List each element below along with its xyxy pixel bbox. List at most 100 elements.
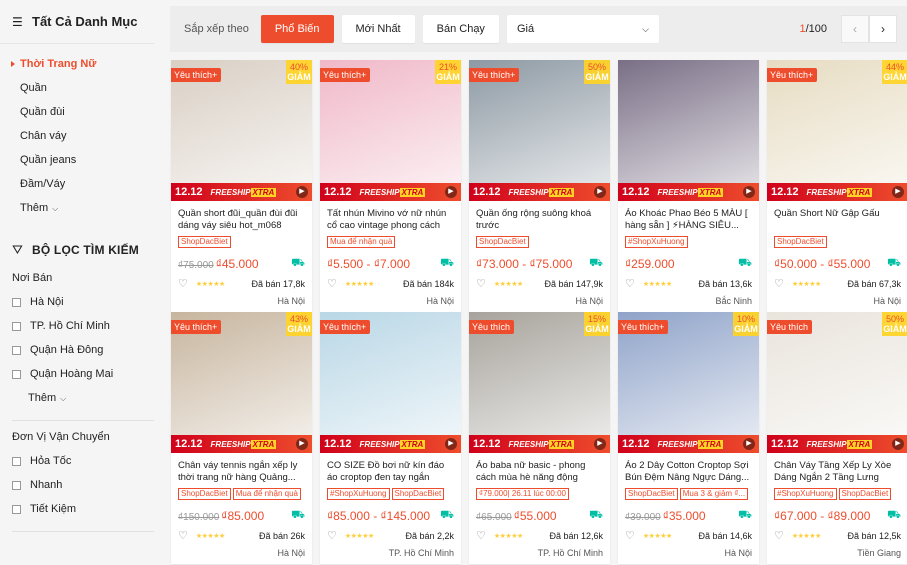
chevron-down-icon: ⌵: [642, 23, 649, 34]
heart-icon[interactable]: ♡: [476, 529, 486, 542]
freeship-label: FREESHIP XTRA: [509, 187, 575, 197]
product-card[interactable]: Yêu thích 50% GIẢM 12.12 FREESHIP XTRA ▶ Chân V…: [767, 312, 907, 564]
sort-popular-button[interactable]: Phổ Biến: [260, 15, 334, 43]
original-price: ₫150.000: [178, 512, 220, 523]
product-card[interactable]: Yêu thích+ 40% GIẢM 12.12 FREESHIP XTRA ▶ Quần …: [171, 60, 312, 312]
product-image[interactable]: Yêu thích 15% GIẢM 12.12 FREESHIP XTRA ▶: [469, 312, 610, 453]
play-icon[interactable]: ▶: [445, 438, 457, 450]
product-name[interactable]: Quần ống rộng suông khoá trước: [476, 208, 603, 232]
product-card[interactable]: Yêu thích 15% GIẢM 12.12 FREESHIP XTRA ▶ Áo bab…: [469, 312, 610, 564]
sort-bestselling-button[interactable]: Bán Chạy: [422, 15, 499, 43]
divider: [12, 531, 154, 532]
sale-price: ₫259.000: [625, 257, 675, 271]
category-item-womens-fashion[interactable]: Thời Trang Nữ: [11, 52, 160, 76]
heart-icon[interactable]: ♡: [625, 529, 635, 542]
play-icon[interactable]: ▶: [892, 438, 904, 450]
product-name[interactable]: Áo 2 Dây Cotton Croptop Sợi Bún Đệm Nâng…: [625, 460, 752, 484]
heart-icon[interactable]: ♡: [327, 529, 337, 542]
category-item-dresses[interactable]: Đầm/Váy: [20, 172, 160, 196]
truck-icon: ⛟: [738, 509, 752, 521]
divider: [12, 420, 154, 421]
product-card[interactable]: Yêu thích+ 50% GIẢM 12.12 FREESHIP XTRA ▶ Quần …: [469, 60, 610, 312]
play-icon[interactable]: ▶: [296, 438, 308, 450]
play-icon[interactable]: ▶: [594, 186, 606, 198]
category-item-shorts[interactable]: Quần đùi: [20, 100, 160, 124]
all-categories-header[interactable]: ☰ Tất Cả Danh Mục: [0, 0, 154, 44]
checkbox-label: Hà Nội: [30, 296, 64, 308]
product-image[interactable]: Yêu thích+ 50% GIẢM 12.12 FREESHIP XTRA ▶: [469, 60, 610, 201]
product-image[interactable]: Yêu thích+ 12.12 FREESHIP XTRA ▶: [320, 312, 461, 453]
discount-badge: 43% GIẢM: [286, 312, 312, 336]
product-name[interactable]: Chân Váy Tầng Xếp Ly Xòe Dáng Ngắn 2 Tần…: [774, 460, 901, 484]
product-image[interactable]: Yêu thích+ 43% GIẢM 12.12 FREESHIP XTRA ▶: [171, 312, 312, 453]
heart-icon[interactable]: ♡: [774, 277, 784, 290]
product-image[interactable]: Yêu thích+ 10% GIẢM 12.12 FREESHIP XTRA ▶: [618, 312, 759, 453]
product-name[interactable]: CO SIZE Đồ bơi nữ kín đáo áo croptop đen…: [327, 460, 454, 484]
category-more-button[interactable]: Thêm ⌵: [20, 196, 160, 220]
product-image[interactable]: Yêu thích+ 21% GIẢM 12.12 FREESHIP XTRA ▶: [320, 60, 461, 201]
next-page-button[interactable]: ›: [869, 15, 897, 43]
play-icon[interactable]: ▶: [296, 186, 308, 198]
checkbox[interactable]: [12, 297, 21, 307]
heart-icon[interactable]: ♡: [625, 277, 635, 290]
price-sort-select[interactable]: Giá ⌵: [506, 15, 659, 43]
checkbox[interactable]: [12, 369, 21, 379]
category-item-pants[interactable]: Quần: [20, 76, 160, 100]
product-image[interactable]: Yêu thích 50% GIẢM 12.12 FREESHIP XTRA ▶: [767, 312, 907, 453]
freeship-text: FREESHIP: [210, 187, 251, 197]
product-card[interactable]: Yêu thích+ 44% GIẢM 12.12 FREESHIP XTRA ▶ Quần …: [767, 60, 907, 312]
prev-page-button[interactable]: ‹: [841, 15, 869, 43]
heart-icon[interactable]: ♡: [178, 529, 188, 542]
product-name[interactable]: Tất nhún Mivino vớ nữ nhún cổ cao vintag…: [327, 208, 454, 232]
sale-price: ₫67.000 - ₫89.000: [774, 509, 871, 523]
product-name[interactable]: Quần short đũi_quần đùi đũi dáng váy siê…: [178, 208, 305, 232]
product-name[interactable]: Chân váy tennis ngắn xếp ly thời trang n…: [178, 460, 305, 484]
location-checkbox-hoang-mai[interactable]: Quận Hoàng Mai: [0, 362, 160, 386]
heart-icon[interactable]: ♡: [774, 529, 784, 542]
shipping-checkbox-fast[interactable]: Nhanh: [0, 473, 160, 497]
play-icon[interactable]: ▶: [743, 438, 755, 450]
promo-banner: 12.12 FREESHIP XTRA: [618, 183, 759, 201]
freeship-label: FREESHIP XTRA: [509, 439, 575, 449]
product-card[interactable]: Yêu thích+ 43% GIẢM 12.12 FREESHIP XTRA ▶ Chân …: [171, 312, 312, 564]
checkbox[interactable]: [12, 480, 21, 490]
shipping-checkbox-express[interactable]: Hỏa Tốc: [0, 449, 160, 473]
heart-icon[interactable]: ♡: [476, 277, 486, 290]
checkbox[interactable]: [12, 504, 21, 514]
product-image[interactable]: Yêu thích+ 40% GIẢM 12.12 FREESHIP XTRA ▶: [171, 60, 312, 201]
checkbox[interactable]: [12, 456, 21, 466]
product-image[interactable]: Yêu thích+ 44% GIẢM 12.12 FREESHIP XTRA ▶: [767, 60, 907, 201]
location-checkbox-ha-dong[interactable]: Quận Hà Đông: [0, 338, 160, 362]
shipping-checkbox-saving[interactable]: Tiết Kiệm: [0, 497, 160, 521]
play-icon[interactable]: ▶: [445, 186, 457, 198]
product-card[interactable]: Yêu thích+ 12.12 FREESHIP XTRA ▶ CO SIZE Đồ b…: [320, 312, 461, 564]
location-checkbox-hanoi[interactable]: Hà Nội: [0, 290, 160, 314]
discount-label: GIẢM: [436, 72, 460, 82]
location-checkbox-hcm[interactable]: TP. Hồ Chí Minh: [0, 314, 160, 338]
product-card[interactable]: Yêu thích+ 10% GIẢM 12.12 FREESHIP XTRA ▶ Áo 2 …: [618, 312, 759, 564]
product-image[interactable]: 12.12 FREESHIP XTRA ▶: [618, 60, 759, 201]
play-icon[interactable]: ▶: [743, 186, 755, 198]
product-name[interactable]: Áo Khoác Phao Béo 5 MÀU [ hàng sẵn ] ⚡HÀ…: [625, 208, 752, 232]
play-icon[interactable]: ▶: [594, 438, 606, 450]
price-row: ₫65.000 ₫55.000 ⛟: [476, 509, 603, 523]
star-rating-icon: ★★★★★: [493, 280, 523, 288]
xtra-text: XTRA: [697, 187, 724, 197]
product-card[interactable]: 12.12 FREESHIP XTRA ▶ Áo Khoác Phao Béo 5 MÀ…: [618, 60, 759, 312]
product-name[interactable]: Quần Short Nữ Gập Gấu: [774, 208, 901, 232]
product-name[interactable]: Áo baba nữ basic - phong cách mùa hè năn…: [476, 460, 603, 484]
promo-banner: 12.12 FREESHIP XTRA: [618, 435, 759, 453]
heart-icon[interactable]: ♡: [327, 277, 337, 290]
discount-label: GIẢM: [883, 72, 907, 82]
product-card[interactable]: Yêu thích+ 21% GIẢM 12.12 FREESHIP XTRA ▶ Tất n…: [320, 60, 461, 312]
heart-icon[interactable]: ♡: [178, 277, 188, 290]
category-item-jeans[interactable]: Quần jeans: [20, 148, 160, 172]
category-item-skirts[interactable]: Chân váy: [20, 124, 160, 148]
sort-newest-button[interactable]: Mới Nhất: [341, 15, 415, 43]
location-more-button[interactable]: Thêm ⌵: [0, 386, 160, 410]
promo-date: 12.12: [622, 438, 650, 450]
checkbox[interactable]: [12, 321, 21, 331]
filter-header: ⛛ BỘ LỌC TÌM KIẾM: [12, 242, 160, 258]
checkbox[interactable]: [12, 345, 21, 355]
play-icon[interactable]: ▶: [892, 186, 904, 198]
